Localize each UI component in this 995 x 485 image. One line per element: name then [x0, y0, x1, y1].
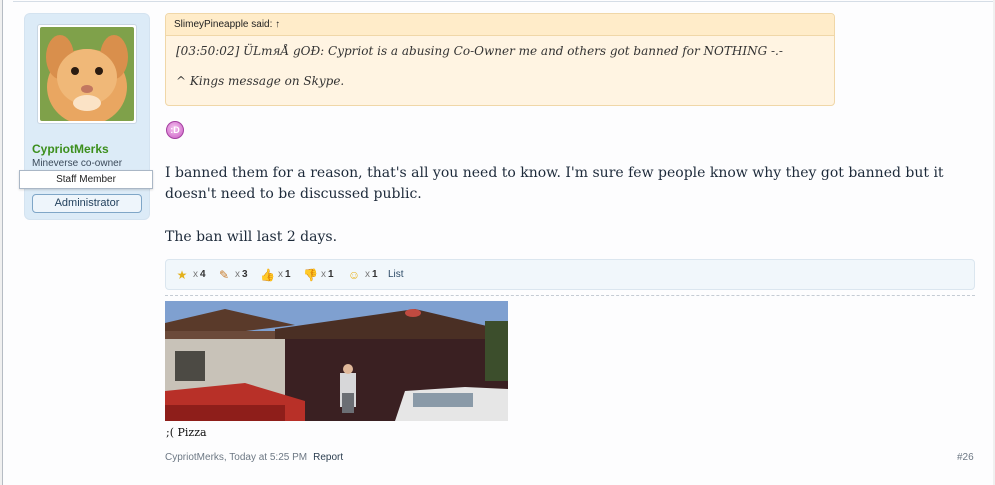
winner-icon: ★ [176, 268, 188, 282]
divider [13, 1, 993, 2]
rating-x: x [365, 269, 370, 280]
signature-image [165, 301, 508, 421]
quote-block: SlimeyPineapple said: ↑ [03:50:02] ÜLmяÅ… [165, 13, 835, 106]
smiley-icon: :D [166, 121, 184, 139]
message-paragraph: The ban will last 2 days. [165, 229, 338, 245]
ratings-bar: ★ x 4 ✎ x 3 👍 x 1 👎 x 1 ☺ x 1 List [165, 259, 975, 290]
rating-agree[interactable]: 👍 x 1 [260, 267, 291, 283]
quote-body: [03:50:02] ÜLmяÅ gOÐ: Cypriot is a abusi… [176, 44, 783, 104]
rating-disagree[interactable]: 👎 x 1 [303, 267, 334, 283]
quote-header: SlimeyPineapple said: ↑ [166, 14, 834, 36]
signature-divider [165, 295, 975, 296]
user-info-block: CypriotMerks Mineverse co-owner Staff Me… [19, 13, 153, 220]
rating-count: 4 [200, 269, 206, 280]
rating-count: 1 [285, 269, 291, 280]
thumbs-up-icon: 👍 [260, 268, 275, 282]
rating-x: x [235, 269, 240, 280]
thread-page: CypriotMerks Mineverse co-owner Staff Me… [2, 0, 993, 485]
post-number-link[interactable]: #26 [957, 452, 974, 463]
rating-x: x [193, 269, 198, 280]
rating-funny[interactable]: ☺ x 1 [347, 267, 378, 283]
post-author-time[interactable]: CypriotMerks, Today at 5:25 PM [165, 452, 307, 463]
paintbrush-icon: ✎ [218, 268, 230, 282]
staff-member-banner: Staff Member [19, 170, 153, 189]
rating-creative[interactable]: ✎ x 3 [217, 267, 248, 283]
rating-winner[interactable]: ★ x 4 [175, 267, 206, 283]
funny-face-icon: ☺ [347, 268, 361, 282]
quote-line: [03:50:02] ÜLmяÅ gOÐ: Cypriot is a abusi… [176, 44, 783, 58]
rating-count: 1 [328, 269, 334, 280]
quote-jump-arrow-icon[interactable]: ↑ [275, 19, 280, 30]
avatar-image [40, 27, 134, 121]
message-text: I banned them for a reason, that's all y… [165, 163, 975, 270]
ratings-list-link[interactable]: List [388, 267, 404, 283]
user-title: Mineverse co-owner [32, 158, 123, 169]
rating-x: x [278, 269, 283, 280]
message-paragraph: I banned them for a reason, that's all y… [165, 165, 944, 202]
signature-caption: ;( Pizza [166, 426, 207, 439]
username-link[interactable]: CypriotMerks [32, 142, 109, 156]
rating-count: 1 [372, 269, 378, 280]
quote-line: ^ Kings message on Skype. [176, 74, 345, 88]
administrator-badge: Administrator [32, 194, 142, 213]
post-footer: CypriotMerks, Today at 5:25 PM Report [165, 452, 343, 463]
report-link[interactable]: Report [313, 452, 343, 463]
thumbs-down-icon: 👎 [303, 268, 318, 282]
rating-x: x [321, 269, 326, 280]
quote-author: SlimeyPineapple said: [174, 19, 273, 30]
avatar[interactable] [37, 24, 137, 124]
rating-count: 3 [242, 269, 248, 280]
